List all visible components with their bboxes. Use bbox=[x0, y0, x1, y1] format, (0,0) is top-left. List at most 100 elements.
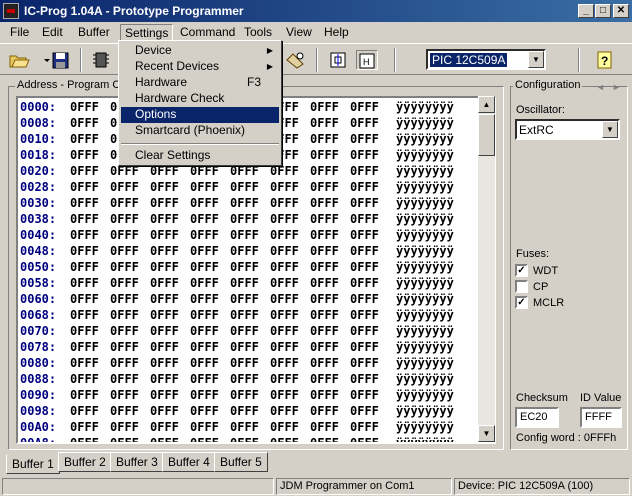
hex-cell[interactable]: 0FFF bbox=[150, 212, 179, 226]
hex-cell[interactable]: 0FFF bbox=[350, 356, 379, 370]
menu-edit[interactable]: Edit bbox=[38, 24, 67, 41]
hex-cell[interactable]: 0FFF bbox=[270, 436, 299, 442]
hex-cell[interactable]: 0FFF bbox=[150, 228, 179, 242]
hex-cell[interactable]: 0FFF bbox=[110, 324, 139, 338]
hex-cell[interactable]: 0FFF bbox=[70, 212, 99, 226]
hex-cell[interactable]: 0FFF bbox=[150, 196, 179, 210]
hex-cell[interactable]: 0FFF bbox=[230, 308, 259, 322]
scroll-down-icon[interactable]: ▼ bbox=[478, 425, 495, 442]
help-icon[interactable]: ? bbox=[594, 50, 616, 70]
app-icon[interactable] bbox=[3, 3, 19, 19]
hex-cell[interactable]: 0FFF bbox=[230, 212, 259, 226]
hex-cell[interactable]: 0FFF bbox=[110, 276, 139, 290]
hex-cell[interactable]: 0FFF bbox=[230, 260, 259, 274]
tab-buffer-5[interactable]: Buffer 5 bbox=[214, 452, 268, 472]
hex-cell[interactable]: 0FFF bbox=[350, 276, 379, 290]
menu-view[interactable]: View bbox=[282, 24, 316, 41]
hex-cell[interactable]: 0FFF bbox=[190, 436, 219, 442]
hex-cell[interactable]: 0FFF bbox=[350, 228, 379, 242]
hex-cell[interactable]: 0FFF bbox=[70, 180, 99, 194]
hex-cell[interactable]: 0FFF bbox=[310, 132, 339, 146]
hex-cell[interactable]: 0FFF bbox=[270, 372, 299, 386]
hex-cell[interactable]: 0FFF bbox=[310, 356, 339, 370]
hex-cell[interactable]: 0FFF bbox=[190, 404, 219, 418]
hex-view-icon[interactable]: H bbox=[356, 50, 378, 70]
hex-cell[interactable]: 0FFF bbox=[350, 404, 379, 418]
menu-item-recent-devices[interactable]: Recent Devices ▶ bbox=[121, 59, 279, 75]
hex-cell[interactable]: 0FFF bbox=[110, 244, 139, 258]
hex-cell[interactable]: 0FFF bbox=[190, 356, 219, 370]
nav-right-icon[interactable]: ► bbox=[612, 82, 621, 92]
hex-cell[interactable]: 0FFF bbox=[110, 388, 139, 402]
hex-cell[interactable]: 0FFF bbox=[350, 212, 379, 226]
menu-buffer[interactable]: Buffer bbox=[74, 24, 114, 41]
close-button[interactable]: ✕ bbox=[613, 4, 629, 18]
hex-cell[interactable]: 0FFF bbox=[270, 276, 299, 290]
chevron-down-icon[interactable]: ▼ bbox=[528, 51, 544, 68]
maximize-button[interactable]: □ bbox=[595, 4, 611, 18]
fuse-wdt-checkbox[interactable]: ✓ bbox=[515, 264, 528, 277]
hex-cell[interactable]: 0FFF bbox=[310, 196, 339, 210]
hex-cell[interactable]: 0FFF bbox=[150, 420, 179, 434]
hex-cell[interactable]: 0FFF bbox=[190, 164, 219, 178]
hex-cell[interactable]: 0FFF bbox=[310, 100, 339, 114]
menu-item-device[interactable]: Device ▶ bbox=[121, 43, 279, 59]
menu-item-smartcard[interactable]: Smartcard (Phoenix) bbox=[121, 123, 279, 139]
hex-cell[interactable]: 0FFF bbox=[190, 276, 219, 290]
hex-cell[interactable]: 0FFF bbox=[70, 228, 99, 242]
hex-cell[interactable]: 0FFF bbox=[70, 260, 99, 274]
hex-cell[interactable]: 0FFF bbox=[270, 420, 299, 434]
hex-cell[interactable]: 0FFF bbox=[150, 324, 179, 338]
hex-cell[interactable]: 0FFF bbox=[310, 324, 339, 338]
hex-cell[interactable]: 0FFF bbox=[70, 196, 99, 210]
hex-cell[interactable]: 0FFF bbox=[350, 308, 379, 322]
save-disk-icon[interactable] bbox=[50, 50, 72, 70]
oscillator-select[interactable]: ExtRC ▼ bbox=[515, 119, 620, 140]
hex-cell[interactable]: 0FFF bbox=[230, 340, 259, 354]
hex-cell[interactable]: 0FFF bbox=[270, 212, 299, 226]
hex-cell[interactable]: 0FFF bbox=[190, 260, 219, 274]
hex-cell[interactable]: 0FFF bbox=[310, 388, 339, 402]
tab-buffer-4[interactable]: Buffer 4 bbox=[162, 452, 216, 472]
hex-cell[interactable]: 0FFF bbox=[350, 436, 379, 442]
device-select[interactable]: PIC 12C509A ▼ bbox=[426, 49, 546, 70]
hex-cell[interactable]: 0FFF bbox=[150, 340, 179, 354]
hex-cell[interactable]: 0FFF bbox=[310, 436, 339, 442]
hex-cell[interactable]: 0FFF bbox=[270, 164, 299, 178]
minimize-button[interactable]: _ bbox=[578, 4, 594, 18]
id-value-field[interactable]: FFFF bbox=[580, 407, 622, 428]
hex-cell[interactable]: 0FFF bbox=[70, 148, 99, 162]
hex-cell[interactable]: 0FFF bbox=[350, 292, 379, 306]
menu-settings[interactable]: Settings bbox=[120, 24, 174, 41]
hex-cell[interactable]: 0FFF bbox=[270, 228, 299, 242]
hex-cell[interactable]: 0FFF bbox=[230, 324, 259, 338]
hex-cell[interactable]: 0FFF bbox=[190, 420, 219, 434]
menu-file[interactable]: File bbox=[6, 24, 33, 41]
menu-tools[interactable]: Tools bbox=[240, 24, 276, 41]
hex-cell[interactable]: 0FFF bbox=[110, 164, 139, 178]
program-icon[interactable] bbox=[328, 50, 350, 70]
open-folder-icon[interactable] bbox=[8, 50, 30, 70]
hex-cell[interactable]: 0FFF bbox=[190, 244, 219, 258]
hex-cell[interactable]: 0FFF bbox=[110, 436, 139, 442]
hex-cell[interactable]: 0FFF bbox=[110, 260, 139, 274]
hex-cell[interactable]: 0FFF bbox=[110, 228, 139, 242]
hex-cell[interactable]: 0FFF bbox=[230, 276, 259, 290]
hex-cell[interactable]: 0FFF bbox=[110, 308, 139, 322]
hex-cell[interactable]: 0FFF bbox=[70, 372, 99, 386]
nav-left-icon[interactable]: ◄ bbox=[596, 82, 605, 92]
chevron-down-icon[interactable]: ▼ bbox=[602, 121, 618, 138]
hex-cell[interactable]: 0FFF bbox=[230, 180, 259, 194]
hex-cell[interactable]: 0FFF bbox=[350, 132, 379, 146]
hex-cell[interactable]: 0FFF bbox=[190, 196, 219, 210]
hex-cell[interactable]: 0FFF bbox=[270, 340, 299, 354]
hex-cell[interactable]: 0FFF bbox=[350, 148, 379, 162]
hex-cell[interactable]: 0FFF bbox=[310, 260, 339, 274]
hex-cell[interactable]: 0FFF bbox=[350, 164, 379, 178]
hex-cell[interactable]: 0FFF bbox=[310, 244, 339, 258]
hex-cell[interactable]: 0FFF bbox=[270, 356, 299, 370]
hex-cell[interactable]: 0FFF bbox=[270, 324, 299, 338]
hex-cell[interactable]: 0FFF bbox=[150, 436, 179, 442]
hex-cell[interactable]: 0FFF bbox=[310, 420, 339, 434]
tab-buffer-2[interactable]: Buffer 2 bbox=[58, 452, 112, 472]
